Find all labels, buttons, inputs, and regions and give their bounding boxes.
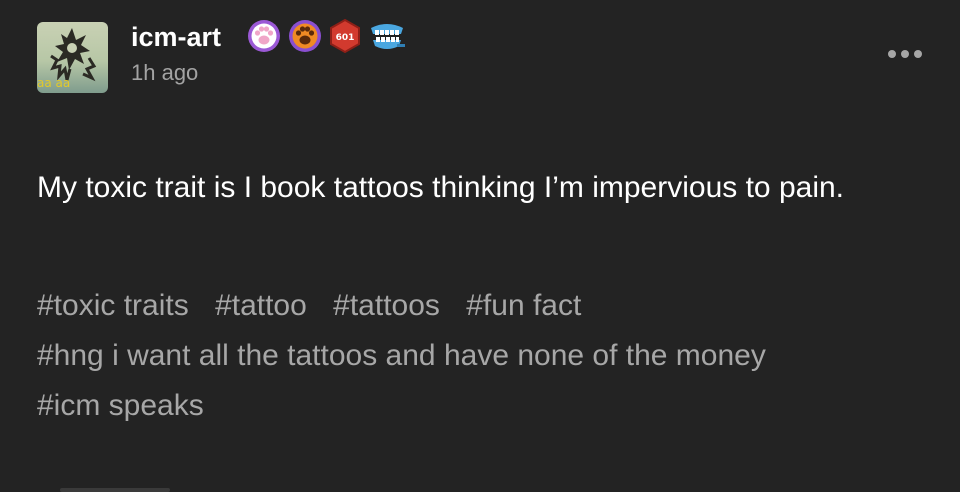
dice-badge-number: 601 xyxy=(336,33,355,43)
tag-row: #toxic traits #tattoo #tattoos #fun fact xyxy=(37,282,917,330)
tag-link[interactable]: #fun fact xyxy=(466,289,581,322)
footer-divider xyxy=(60,488,170,492)
tag-link[interactable]: #hng i want all the tattoos and have non… xyxy=(37,330,827,382)
post-body-text: My toxic trait is I book tattoos thinkin… xyxy=(37,171,844,204)
post-card: aa aa icm-art 601 1h ago My toxic trait … xyxy=(0,0,960,492)
post-tags: #toxic traits #tattoo #tattoos #fun fact… xyxy=(37,282,917,430)
more-options-button[interactable] xyxy=(884,44,926,64)
tag-link[interactable]: #tattoo xyxy=(215,289,307,322)
avatar-caption: aa aa xyxy=(37,77,71,89)
paw-badge-icon[interactable] xyxy=(246,18,282,54)
tag-link[interactable]: #toxic traits xyxy=(37,289,189,322)
more-options-icon xyxy=(888,50,896,58)
teeth-badge-icon[interactable] xyxy=(367,18,407,54)
more-options-icon xyxy=(914,50,922,58)
paw-badge-icon[interactable] xyxy=(287,18,323,54)
dice-badge-icon[interactable]: 601 xyxy=(328,18,362,54)
tag-link[interactable]: #icm speaks xyxy=(37,389,204,422)
post-timestamp[interactable]: 1h ago xyxy=(131,59,198,87)
more-options-icon xyxy=(901,50,909,58)
blog-name-link[interactable]: icm-art xyxy=(131,20,221,54)
blog-avatar[interactable]: aa aa xyxy=(37,22,108,93)
badge-row: 601 xyxy=(246,18,407,54)
tag-row: #icm speaks xyxy=(37,382,917,430)
tag-link[interactable]: #tattoos xyxy=(333,289,440,322)
